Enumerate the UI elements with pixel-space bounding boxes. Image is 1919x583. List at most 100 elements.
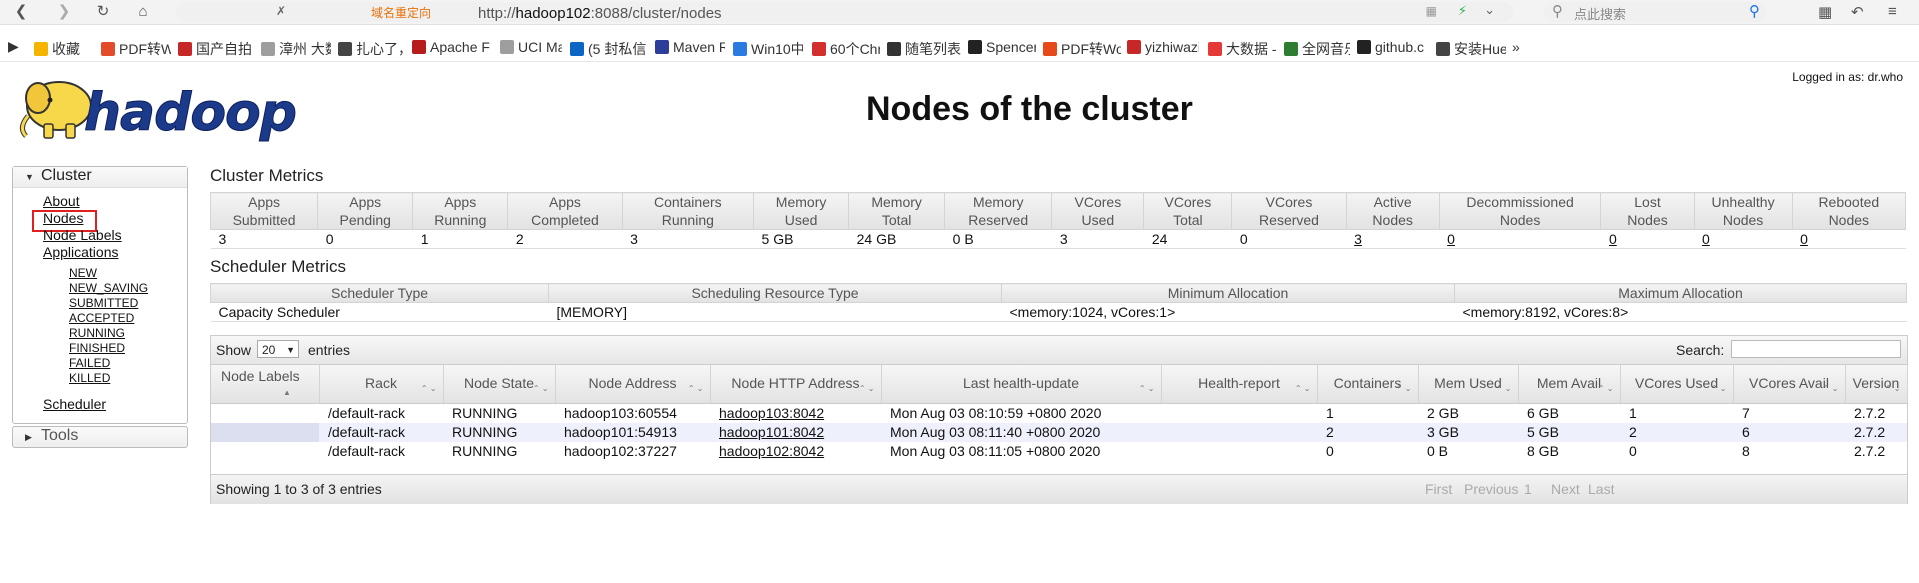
nodes-column-header[interactable]: Mem Used ⌃ ⌄	[1418, 365, 1519, 404]
browser-search-box[interactable]: ⚲ 点此搜索 ⚲	[1544, 2, 1766, 22]
table-search-input[interactable]	[1731, 340, 1901, 358]
bookmark-item[interactable]: 全网音乐	[1284, 39, 1350, 59]
bookmark-item[interactable]: (5 封私信	[570, 39, 646, 59]
nav-app-state-new[interactable]: NEW	[69, 266, 97, 280]
undo-icon[interactable]: ↶	[1851, 3, 1864, 21]
speed-icon[interactable]: ⚡	[1458, 3, 1467, 19]
cluster-metric-header: Lost Nodes	[1600, 192, 1695, 230]
reader-icon[interactable]: ▦	[1426, 4, 1437, 18]
bookmark-item[interactable]: github.c	[1357, 39, 1424, 55]
nodes-column-header[interactable]: Node Address ⌃ ⌄	[555, 365, 711, 404]
header-line: Memory	[972, 194, 1024, 210]
url-text[interactable]: http://hadoop102:8088/cluster/nodes	[478, 4, 722, 24]
pager-last[interactable]: Last	[1588, 481, 1614, 497]
nav-cluster-header[interactable]: ▼ Cluster	[13, 167, 187, 188]
nav-link-node-labels[interactable]: Node Labels	[43, 227, 122, 243]
bookmarks-toggle-icon[interactable]: ▶	[8, 38, 19, 55]
table-row: /default-rack RUNNING hadoop103:60554 hadoo…	[211, 403, 1907, 424]
nodes-column-header[interactable]: VCores Used ⌃ ⌄	[1620, 365, 1734, 404]
nodes-column-header[interactable]: VCores Avail ⌃ ⌄	[1733, 365, 1846, 404]
pager-previous[interactable]: Previous	[1464, 481, 1518, 497]
cluster-metric-link[interactable]: 0	[1694, 229, 1793, 249]
sort-icon: ⌃ ⌄	[1822, 384, 1839, 393]
extensions-icon[interactable]: ▦	[1818, 3, 1832, 21]
nodes-column-header[interactable]: Rack ⌃ ⌄	[319, 365, 444, 404]
nav-app-state-submitted[interactable]: SUBMITTED	[69, 296, 138, 310]
sort-icon: ⌃ ⌄	[420, 384, 437, 393]
pager-first[interactable]: First	[1425, 481, 1452, 497]
bookmark-item[interactable]: 收藏	[34, 39, 80, 59]
home-icon[interactable]: ⌂	[134, 3, 152, 21]
cluster-metric-link[interactable]: 0	[1792, 229, 1906, 249]
nav-tools-header[interactable]: ▶ Tools	[12, 426, 188, 448]
bookmark-item[interactable]: Apache F	[412, 39, 490, 55]
bookmark-label: 随笔列表	[905, 41, 961, 57]
bookmark-item[interactable]: 扎心了，	[338, 39, 403, 59]
nodes-column-header[interactable]: Node HTTP Address ⌃ ⌄	[710, 365, 882, 404]
nav-link-scheduler[interactable]: Scheduler	[43, 396, 106, 412]
bookmark-item[interactable]: Win10中	[733, 39, 803, 59]
bookmark-item[interactable]: PDF转Wo	[101, 39, 171, 59]
bookmark-favicon-icon	[412, 40, 426, 54]
nav-link-about[interactable]: About	[43, 193, 80, 209]
search-go-icon[interactable]: ⚲	[1749, 2, 1760, 20]
bookmark-item[interactable]: Spencer	[968, 39, 1036, 55]
header-line: Used	[784, 212, 818, 228]
nodes-column-header[interactable]: Containers ⌃ ⌄	[1317, 365, 1419, 404]
back-icon[interactable]: ❮	[12, 3, 30, 21]
nav-app-state-running[interactable]: RUNNING	[69, 326, 125, 340]
cluster-metric-link[interactable]: 3	[1346, 229, 1440, 249]
hadoop-logo[interactable]: hadoop	[14, 72, 314, 147]
bookmark-label: 60个Chro	[830, 41, 880, 57]
nav-app-state-failed[interactable]: FAILED	[69, 356, 110, 370]
node-http-address-link[interactable]: hadoop103:8042	[710, 404, 881, 424]
bookmark-item[interactable]: 随笔列表	[887, 39, 961, 59]
table-cell	[1161, 404, 1317, 424]
menu-icon[interactable]: ≡	[1888, 3, 1897, 20]
nav-app-state-accepted[interactable]: ACCEPTED	[69, 311, 134, 325]
cluster-metric-link[interactable]: 0	[1600, 229, 1695, 249]
bookmark-item[interactable]: 安装Hue	[1436, 39, 1506, 59]
bookmark-favicon-icon	[1127, 40, 1141, 54]
bookmark-item[interactable]: yizhiwazi	[1127, 39, 1199, 55]
bookmark-item[interactable]: 漳州 大数	[261, 39, 331, 59]
nodes-column-header[interactable]: Mem Avail ⌃ ⌄	[1518, 365, 1621, 404]
table-cell: 3 GB	[1418, 423, 1518, 442]
bookmark-item[interactable]: 60个Chro	[812, 39, 880, 59]
sort-icon: ⌃ ⌄	[1395, 384, 1412, 393]
header-line: Total	[881, 212, 912, 228]
page-size-select[interactable]: 20 ▼	[257, 340, 299, 358]
address-bar[interactable]: 域名重定向 ✗ http://hadoop102:8088/cluster/no…	[176, 2, 1513, 22]
nodes-column-header[interactable]: Version ⌃ ⌄	[1845, 365, 1908, 404]
site-info-icon[interactable]: ✗	[276, 4, 286, 18]
cluster-metric-header: Rebooted Nodes	[1791, 192, 1907, 230]
nav-app-state-finished[interactable]: FINISHED	[69, 341, 125, 355]
bookmark-favicon-icon	[887, 42, 901, 56]
showing-entries-text: Showing 1 to 3 of 3 entries	[216, 481, 382, 497]
bookmark-item[interactable]: UCI Mac	[500, 39, 562, 55]
nodes-column-header[interactable]: Node Labels ▲	[211, 365, 320, 404]
bookmark-item[interactable]: Maven R	[655, 39, 725, 55]
column-label: Containers	[1333, 375, 1402, 391]
nav-app-state-new-saving[interactable]: NEW_SAVING	[69, 281, 148, 295]
nodes-column-header[interactable]: Node State ⌃ ⌄	[443, 365, 556, 404]
reload-icon[interactable]: ↻	[94, 3, 112, 21]
nodes-column-header[interactable]: Last health-update ⌃ ⌄	[881, 365, 1162, 404]
pager-page-1[interactable]: 1	[1524, 481, 1532, 497]
sort-icon: ⌃ ⌄	[1884, 384, 1901, 393]
nav-link-applications[interactable]: Applications	[43, 244, 119, 260]
cluster-metric-header: Memory Reserved	[944, 192, 1053, 230]
bookmark-item[interactable]: 大数据 -	[1208, 39, 1276, 59]
search-placeholder: 点此搜索	[1574, 7, 1627, 22]
chevron-down-icon[interactable]: ⌄	[1484, 2, 1495, 18]
bookmark-item[interactable]: PDF转Wo	[1043, 39, 1121, 59]
node-http-address-link[interactable]: hadoop101:8042	[710, 423, 881, 442]
nodes-column-header[interactable]: Health-report ⌃ ⌄	[1161, 365, 1318, 404]
bookmark-item[interactable]: 国产自拍	[178, 39, 252, 59]
pager-next[interactable]: Next	[1551, 481, 1580, 497]
node-http-address-link[interactable]: hadoop102:8042	[710, 442, 881, 461]
nav-app-state-killed[interactable]: KILLED	[69, 371, 110, 385]
bookmarks-more-icon[interactable]: »	[1512, 39, 1520, 55]
forward-icon[interactable]: ❯	[55, 3, 73, 21]
cluster-metric-link[interactable]: 0	[1439, 229, 1601, 249]
